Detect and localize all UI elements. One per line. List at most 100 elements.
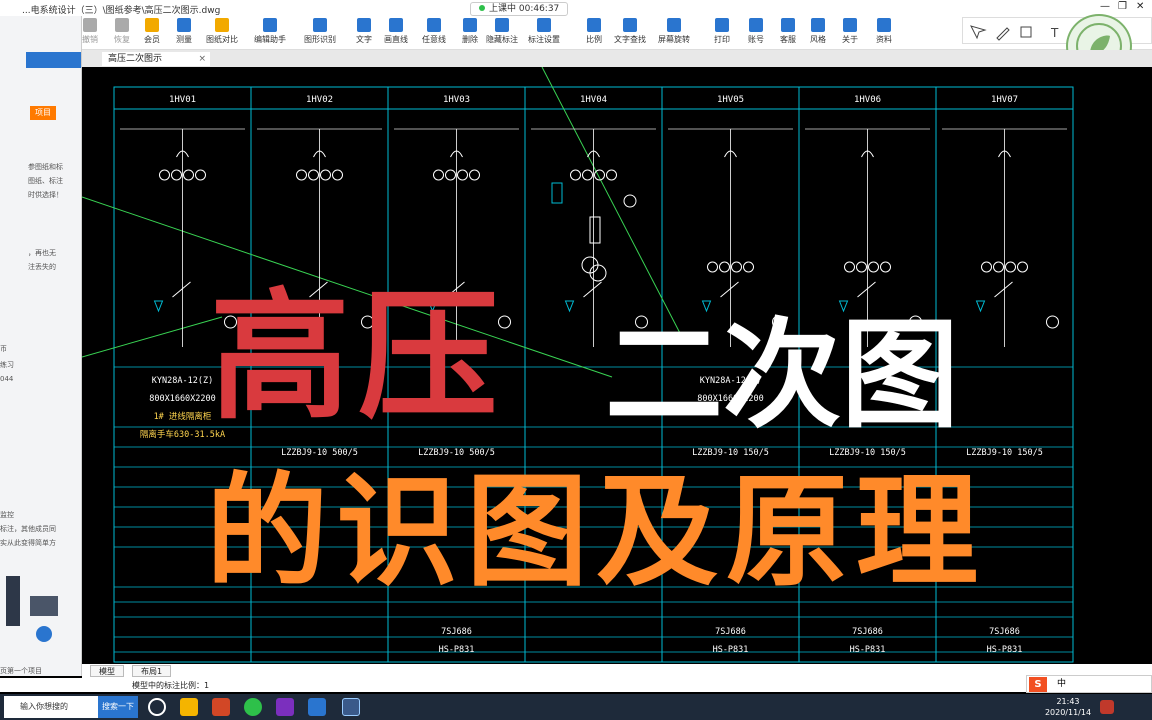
panel-text: 时供选择！ — [28, 191, 63, 199]
panel-text: 标注，其他成员同 — [0, 525, 56, 533]
ime-mode[interactable]: 中 — [1057, 676, 1066, 692]
relay-model-text: 7SJ686 — [989, 627, 1020, 637]
guide-line — [541, 67, 683, 338]
toolbar-button[interactable]: 账号 — [738, 18, 774, 45]
ct-ring — [183, 169, 194, 181]
cabinet-label: 1HV05 — [717, 95, 744, 105]
left-side-panel: 项目 参图纸和标 图纸、标注 时供选择！ ，再也无 注丢失的 币 练习 044 … — [0, 16, 82, 676]
toolbar-button-label: 恢复 — [114, 35, 130, 44]
close-button[interactable]: ✕ — [1136, 1, 1144, 12]
powerpoint-icon[interactable] — [212, 698, 230, 716]
panel-text: 实从此变得简单方 — [0, 539, 56, 547]
ct-spec-text: LZZBJ9-10 150/5 — [692, 448, 769, 458]
search-icon[interactable] — [148, 698, 166, 716]
ct-ring — [981, 261, 992, 273]
ct-ring — [582, 169, 593, 181]
toolbar-button[interactable]: 关于 — [832, 18, 868, 45]
panel-text: ，再也无 — [28, 249, 56, 257]
ct-ring — [844, 261, 855, 273]
maximize-button[interactable]: ❐ — [1118, 1, 1127, 12]
arrester-symbol — [975, 300, 986, 313]
ct-ring — [159, 169, 170, 181]
app-icon[interactable] — [308, 698, 326, 716]
toolbar-button-label: 打印 — [714, 35, 730, 44]
overlay-title-line3: 的识图及原理 — [206, 461, 986, 603]
pointer-icon — [970, 25, 987, 40]
fuse-symbol — [589, 216, 601, 244]
project-tab[interactable]: 项目 — [30, 106, 56, 120]
illustration-icon — [6, 576, 58, 642]
recording-indicator[interactable]: 上课中 00:46:37 — [470, 2, 569, 16]
app-icon[interactable] — [276, 698, 294, 716]
toolbar-icon — [313, 18, 327, 32]
switch-symbol — [583, 281, 602, 298]
panel-header — [26, 52, 81, 68]
toolbar-button[interactable]: 图形识别 — [302, 18, 338, 45]
ct-spec-text: LZZBJ9-10 500/5 — [281, 448, 358, 458]
toolbar-icon — [389, 18, 403, 32]
meter-model-text: HS-P831 — [439, 645, 475, 655]
toolbar-button-label: 比例 — [586, 35, 602, 44]
ct-spec-text: LZZBJ9-10 150/5 — [966, 448, 1043, 458]
toolbar-button[interactable]: 打印 — [704, 18, 740, 45]
toolbar-button-label: 隐藏标注 — [486, 35, 518, 44]
panel-text: 注丢失的 — [28, 263, 56, 271]
toolbar-icon — [667, 18, 681, 32]
ct-ring — [457, 169, 468, 181]
switch-symbol — [172, 281, 191, 298]
toolbar-icon — [781, 18, 795, 32]
arrester-symbol — [564, 300, 575, 313]
toolbar-button[interactable]: 风格 — [800, 18, 836, 45]
toolbar-icon — [877, 18, 891, 32]
tab-drawing[interactable]: 高压二次图示 × — [102, 52, 210, 66]
toolbar-button[interactable]: 测量 — [166, 18, 202, 45]
ime-toolbar[interactable]: S 中 — [1026, 675, 1152, 693]
toolbar-button[interactable]: 文字查找 — [612, 18, 648, 45]
taskbar-search-button[interactable]: 搜索一下 — [98, 696, 138, 718]
wechat-icon[interactable] — [244, 698, 262, 716]
tab-layout1[interactable]: 布局1 — [132, 665, 172, 677]
toolbar-icon — [463, 18, 477, 32]
minimize-button[interactable]: — — [1100, 1, 1110, 12]
toolbar-button[interactable]: 任意线 — [416, 18, 452, 45]
toolbar-button[interactable]: 画直线 — [378, 18, 414, 45]
toolbar-button-label: 删除 — [462, 35, 478, 44]
ct-ring — [856, 261, 867, 273]
panel-text: 页第一个项目 — [0, 667, 42, 675]
guide-line — [82, 316, 223, 358]
switch-symbol — [857, 281, 876, 298]
toolbar-button[interactable]: 编辑助手 — [252, 18, 288, 45]
toolbar-button[interactable]: 隐藏标注 — [484, 18, 520, 45]
toolbar-icon — [177, 18, 191, 32]
taskbar-clock[interactable]: 21:43 2020/11/14 — [1040, 696, 1096, 718]
ct-ring — [743, 261, 754, 273]
toolbar-button[interactable]: 会员 — [134, 18, 170, 45]
notification-icon[interactable] — [1100, 700, 1114, 714]
file-explorer-icon[interactable] — [180, 698, 198, 716]
meter-model-text: HS-P831 — [850, 645, 886, 655]
toolbar-button[interactable]: 标注设置 — [526, 18, 562, 45]
ct-spec-text: LZZBJ9-10 150/5 — [829, 448, 906, 458]
toolbar-button[interactable]: 文字 — [346, 18, 382, 45]
toolbar-button[interactable]: 资料 — [866, 18, 902, 45]
toolbar-button[interactable]: 图纸对比 — [204, 18, 240, 45]
arrester-symbol — [153, 300, 164, 313]
toolbar-icon — [623, 18, 637, 32]
close-tab-icon[interactable]: × — [198, 52, 206, 66]
toolbar-button[interactable]: 删除 — [452, 18, 488, 45]
toolbar-button[interactable]: 屏幕旋转 — [656, 18, 692, 45]
toolbar-icon — [715, 18, 729, 32]
overlay-title-line2: 二次图 — [605, 306, 960, 444]
toolbar-button[interactable]: 比例 — [576, 18, 612, 45]
ct-ring — [570, 169, 581, 181]
cad-viewer-icon[interactable] — [342, 698, 360, 716]
panel-text: 044 — [0, 375, 14, 383]
cabinet-label: 1HV03 — [443, 95, 470, 105]
toolbar-icon — [811, 18, 825, 32]
toolbar-icon — [263, 18, 277, 32]
taskbar: 输入你想搜的 搜索一下 21:43 2020/11/14 — [0, 694, 1152, 720]
toolbar-icon — [83, 18, 97, 32]
title-bar: ...电系统设计（三）\图纸参考\高压二次图示.dwg 上课中 00:46:37… — [0, 0, 1152, 16]
meter-model-text: HS-P831 — [713, 645, 749, 655]
tab-model[interactable]: 模型 — [90, 665, 124, 677]
